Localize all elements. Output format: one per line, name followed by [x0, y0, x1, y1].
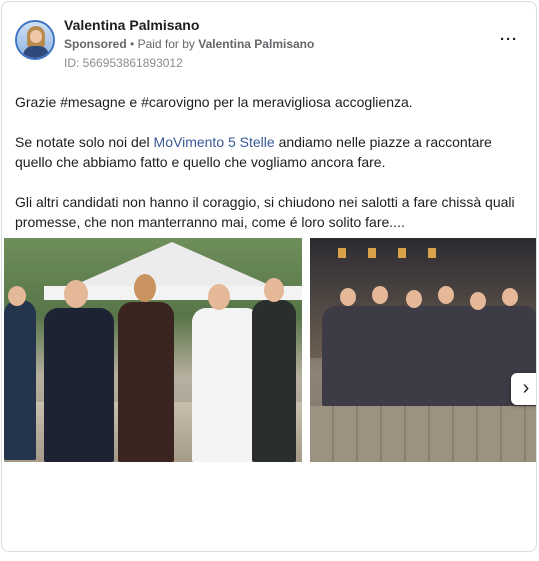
person-head — [264, 278, 284, 302]
more-options-icon[interactable]: ··· — [496, 31, 522, 51]
paving — [310, 406, 536, 462]
sponsored-line: Sponsored • Paid for by Valentina Palmis… — [64, 37, 314, 51]
window — [338, 248, 346, 258]
person — [118, 302, 174, 462]
person — [44, 308, 114, 462]
window — [368, 248, 376, 258]
carousel-photo-2[interactable] — [310, 238, 536, 462]
person-head — [134, 274, 156, 302]
profile-avatar[interactable] — [15, 20, 55, 60]
post-text: Grazie #mesagne e #carovigno per la mera… — [15, 92, 530, 252]
person-head — [406, 290, 422, 308]
person — [192, 308, 260, 462]
person-head — [502, 288, 518, 306]
paid-by-name: Valentina Palmisano — [198, 37, 315, 51]
window — [428, 248, 436, 258]
person — [252, 300, 296, 462]
carousel-next-button[interactable]: › — [511, 373, 536, 405]
author-name[interactable]: Valentina Palmisano — [64, 17, 199, 33]
person-head — [8, 286, 26, 306]
movimento-link[interactable]: MoVimento 5 Stelle — [154, 134, 275, 150]
ad-card: Valentina Palmisano Sponsored • Paid for… — [1, 1, 537, 552]
window — [398, 248, 406, 258]
person — [4, 300, 36, 460]
person-head — [208, 284, 230, 310]
separator: • — [130, 37, 135, 51]
paid-prefix: Paid for by — [137, 37, 195, 51]
sponsored-label: Sponsored — [64, 37, 127, 51]
person-head — [64, 280, 88, 308]
paragraph-2-start: Se notate solo noi del — [15, 134, 154, 150]
person-head — [372, 286, 388, 304]
person-head — [438, 286, 454, 304]
person-head — [340, 288, 356, 306]
crowd — [322, 306, 536, 406]
paragraph-1: Grazie #mesagne e #carovigno per la mera… — [15, 94, 413, 110]
paragraph-3: Gli altri candidati non hanno il coraggi… — [15, 194, 515, 230]
ad-id: ID: 566953861893012 — [64, 56, 183, 70]
paragraph-2: Se notate solo noi del MoVimento 5 Stell… — [15, 132, 530, 172]
carousel-photo-1[interactable] — [4, 238, 302, 462]
person-head — [470, 292, 486, 310]
